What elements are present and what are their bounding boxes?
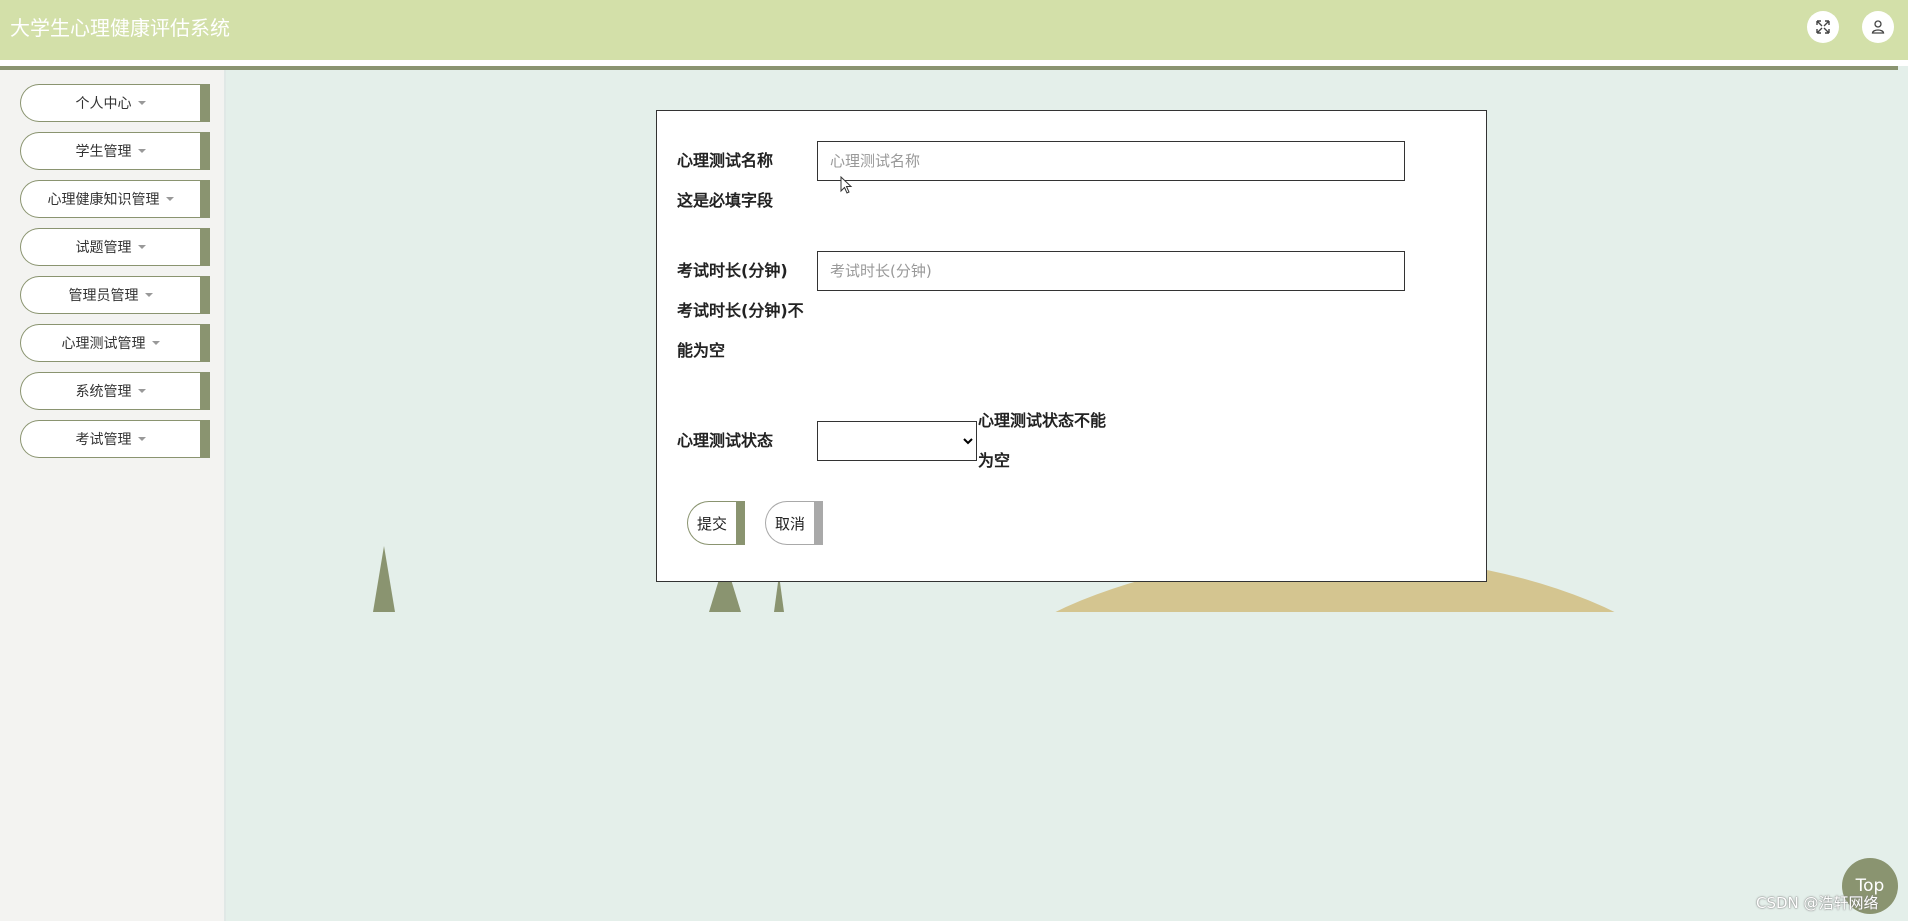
caret-down-icon <box>151 341 160 345</box>
sidebar-item-personal-center[interactable]: 个人中心 <box>20 84 210 122</box>
duration-label: 考试时长(分钟) <box>677 261 788 280</box>
sidebar-item-label: 考试管理 <box>75 432 132 448</box>
cancel-button[interactable]: 取消 <box>765 501 823 545</box>
watermark-text: CSDN @浩轩网络 <box>1756 894 1879 912</box>
caret-down-icon <box>137 101 146 105</box>
app-title: 大学生心理健康评估系统 <box>10 16 230 40</box>
caret-down-icon <box>137 389 146 393</box>
status-label: 心理测试状态 <box>677 431 774 450</box>
duration-error-line2: 能为空 <box>677 341 726 360</box>
submit-button[interactable]: 提交 <box>687 501 745 545</box>
sidebar-item-student-management[interactable]: 学生管理 <box>20 132 210 170</box>
sidebar-item-label: 个人中心 <box>75 96 132 112</box>
sidebar-item-label: 心理健康知识管理 <box>47 192 160 208</box>
sidebar-item-label: 学生管理 <box>75 144 132 160</box>
sidebar-item-label: 系统管理 <box>75 384 132 400</box>
fullscreen-icon <box>1816 20 1830 34</box>
caret-down-icon <box>165 197 174 201</box>
test-name-input[interactable] <box>817 141 1405 181</box>
test-name-label: 心理测试名称 <box>677 151 774 170</box>
sidebar: 个人中心 学生管理 心理健康知识管理 试题管理 管理员管理 心理测试管理 系统管… <box>0 70 226 921</box>
test-name-error: 这是必填字段 <box>677 191 774 210</box>
status-error-line2: 为空 <box>978 451 1011 470</box>
caret-down-icon <box>137 245 146 249</box>
background-tree <box>373 546 395 612</box>
sidebar-item-admin-management[interactable]: 管理员管理 <box>20 276 210 314</box>
sidebar-item-system-management[interactable]: 系统管理 <box>20 372 210 410</box>
sidebar-item-label: 试题管理 <box>75 240 132 256</box>
header-bar: 大学生心理健康评估系统 <box>0 0 1908 60</box>
sidebar-item-knowledge-management[interactable]: 心理健康知识管理 <box>20 180 210 218</box>
mouse-cursor-icon <box>840 176 853 194</box>
fullscreen-button[interactable] <box>1807 11 1839 43</box>
duration-error-line1: 考试时长(分钟)不 <box>677 301 804 320</box>
background-ground <box>226 612 1908 921</box>
duration-input[interactable] <box>817 251 1405 291</box>
sidebar-item-question-management[interactable]: 试题管理 <box>20 228 210 266</box>
sidebar-item-label: 管理员管理 <box>68 288 139 304</box>
status-error-line1: 心理测试状态不能 <box>978 411 1107 430</box>
sidebar-item-exam-management[interactable]: 考试管理 <box>20 420 210 458</box>
user-icon <box>1871 20 1885 34</box>
caret-down-icon <box>137 149 146 153</box>
user-button[interactable] <box>1862 11 1894 43</box>
test-form-panel: 心理测试名称 这是必填字段 考试时长(分钟) 考试时长(分钟)不 能为空 心理测… <box>656 110 1487 582</box>
sidebar-item-label: 心理测试管理 <box>61 336 146 352</box>
caret-down-icon <box>137 437 146 441</box>
status-select[interactable] <box>817 421 977 461</box>
sidebar-item-test-management[interactable]: 心理测试管理 <box>20 324 210 362</box>
caret-down-icon <box>144 293 153 297</box>
header-accent-line <box>0 66 1898 70</box>
